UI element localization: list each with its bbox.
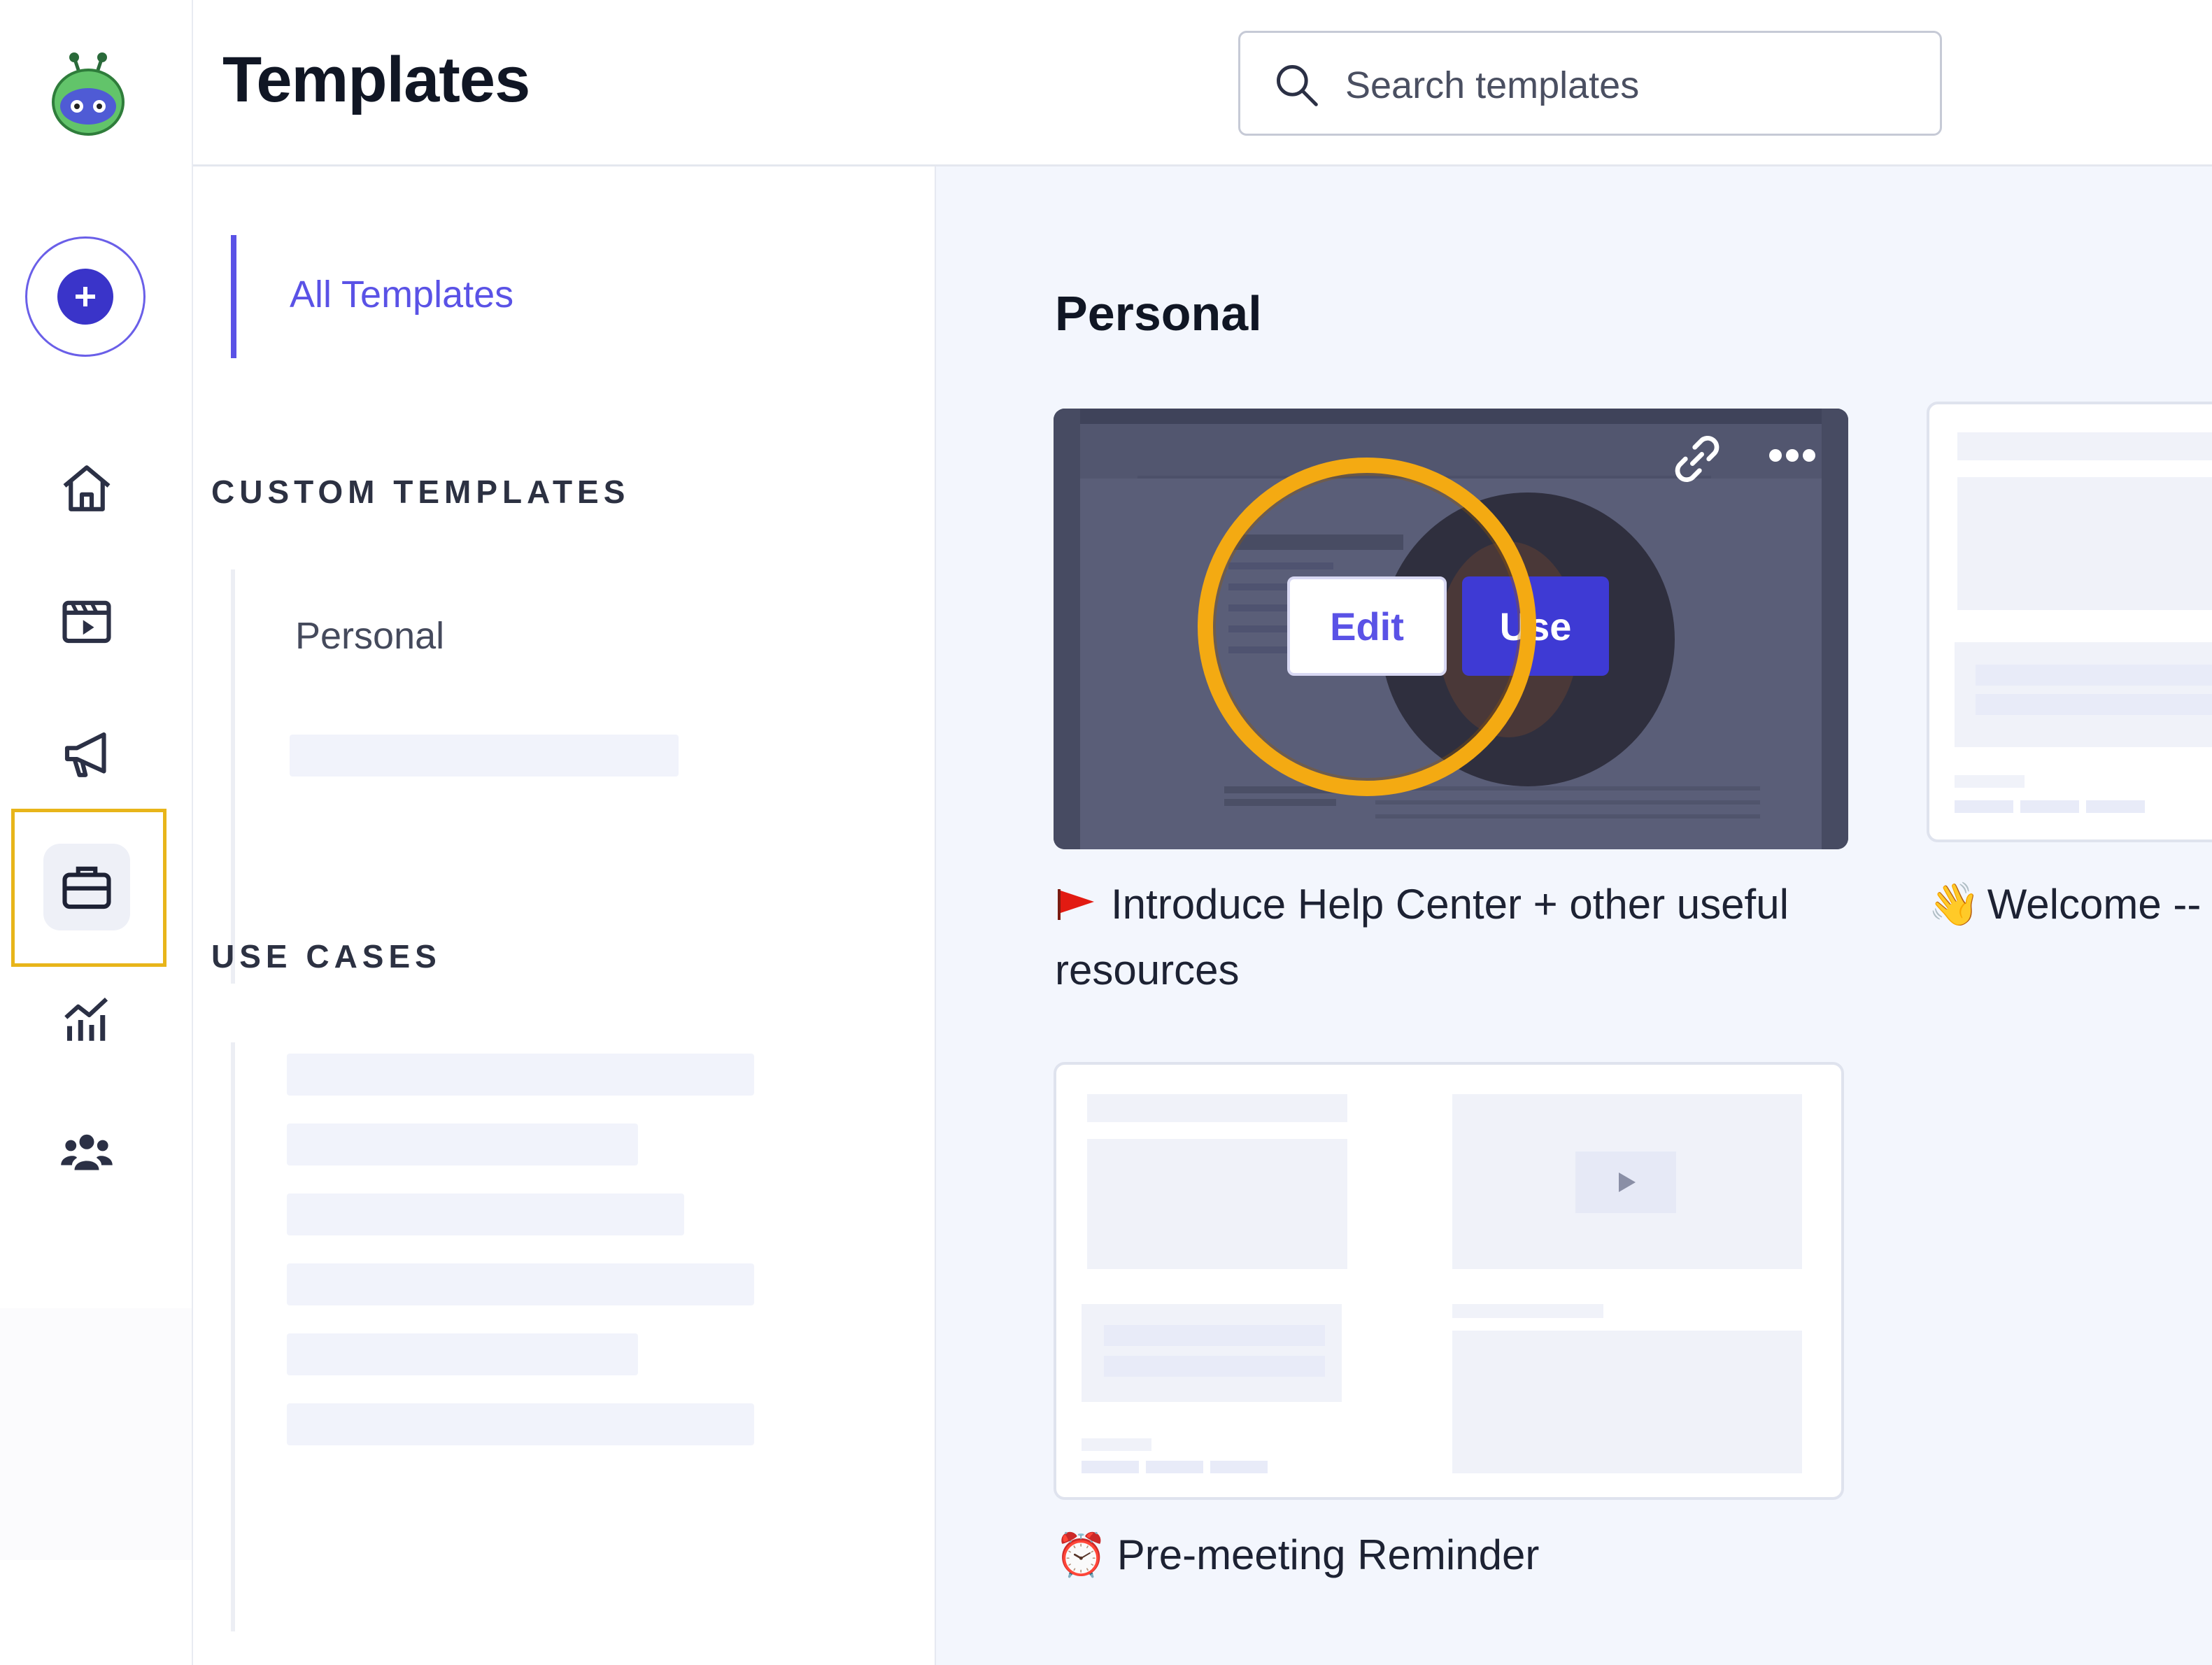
skeleton-placeholder [1210, 1461, 1268, 1473]
skeleton-placeholder [287, 1403, 754, 1445]
templates-sidebar: All Templates CUSTOM TEMPLATES Personal … [193, 166, 937, 1665]
more-options-icon[interactable] [1768, 445, 1816, 466]
skeleton-placeholder [287, 1333, 638, 1375]
video-library-icon [62, 600, 111, 644]
vidyard-logo-icon[interactable] [48, 50, 129, 137]
skeleton-placeholder [287, 1193, 684, 1235]
search-icon [1277, 65, 1318, 106]
skeleton-placeholder [2020, 800, 2079, 813]
page-header: Templates [193, 0, 2212, 166]
nav-team[interactable] [43, 1110, 130, 1196]
plus-icon [57, 269, 113, 325]
alarm-clock-icon: ⏰ [1055, 1531, 1107, 1578]
template-card-thumbnail[interactable] [1054, 1062, 1844, 1500]
team-icon [61, 1134, 113, 1170]
section-title: Personal [1055, 286, 1262, 341]
template-title-text: Pre-meeting Reminder [1116, 1531, 1540, 1578]
rail-footer [0, 1308, 192, 1560]
nav-analytics[interactable] [43, 977, 130, 1063]
skeleton-placeholder [1104, 1356, 1325, 1377]
skeleton-placeholder [287, 1263, 754, 1305]
skeleton-placeholder [1976, 694, 2212, 715]
custom-templates-divider [231, 569, 235, 984]
nav-home[interactable] [43, 445, 130, 532]
template-title-text: Welcome -- [1987, 881, 2202, 928]
template-title[interactable]: ⏰ Pre-meeting Reminder [1055, 1524, 1866, 1587]
skeleton-placeholder [1976, 665, 2212, 686]
custom-templates-heading: CUSTOM TEMPLATES [211, 474, 630, 510]
skeleton-placeholder [1087, 1094, 1347, 1122]
template-title-text: Introduce Help Center + other useful res… [1055, 881, 1789, 994]
analytics-chart-icon [64, 998, 108, 1041]
template-card-thumbnail[interactable]: Edit Use [1054, 409, 1848, 849]
use-cases-divider [231, 1042, 235, 1631]
skeleton-placeholder [1452, 1331, 1802, 1473]
waving-hand-icon: 👋 [1928, 881, 1980, 928]
skeleton-placeholder [1104, 1325, 1325, 1346]
skeleton-placeholder [1082, 1304, 1342, 1402]
home-icon [63, 465, 111, 511]
all-templates-label: All Templates [290, 274, 514, 316]
search-box[interactable] [1238, 31, 1942, 136]
nav-videos[interactable] [43, 578, 130, 665]
nav-rail [0, 0, 193, 1665]
template-title[interactable]: Introduce Help Center + other useful res… [1055, 873, 1866, 1002]
create-button[interactable] [25, 236, 146, 357]
use-cases-heading: USE CASES [211, 938, 441, 975]
sidebar-item-personal[interactable]: Personal [295, 614, 444, 658]
skeleton-placeholder [1082, 1461, 1139, 1473]
play-icon [1575, 1152, 1676, 1213]
skeleton-placeholder [287, 1124, 638, 1166]
page-title: Templates [222, 44, 530, 115]
skeleton-placeholder [287, 1054, 754, 1096]
skeleton-placeholder [1146, 1461, 1203, 1473]
skeleton-placeholder [1082, 1438, 1151, 1451]
skeleton-placeholder [2086, 800, 2145, 813]
nav-campaigns[interactable] [43, 711, 130, 798]
red-flag-icon [1055, 876, 1097, 939]
skeleton-placeholder [290, 735, 679, 777]
skeleton-placeholder [1957, 477, 2212, 610]
megaphone-icon [64, 732, 106, 777]
template-title[interactable]: 👋 Welcome -- [1928, 873, 2212, 936]
link-icon[interactable] [1669, 431, 1725, 487]
templates-nav-highlight [11, 809, 166, 967]
skeleton-placeholder [1087, 1139, 1347, 1269]
skeleton-placeholder [1452, 1304, 1603, 1318]
highlight-ring [1198, 458, 1536, 796]
all-templates-link[interactable]: All Templates [231, 235, 513, 358]
skeleton-placeholder [1955, 775, 2025, 788]
template-card-thumbnail[interactable] [1927, 402, 2212, 842]
skeleton-placeholder [1955, 800, 2013, 813]
skeleton-placeholder [1957, 432, 2212, 460]
templates-main: Personal Edit Use Introduce Help Center … [936, 166, 2212, 1665]
search-input[interactable] [1344, 54, 1920, 117]
